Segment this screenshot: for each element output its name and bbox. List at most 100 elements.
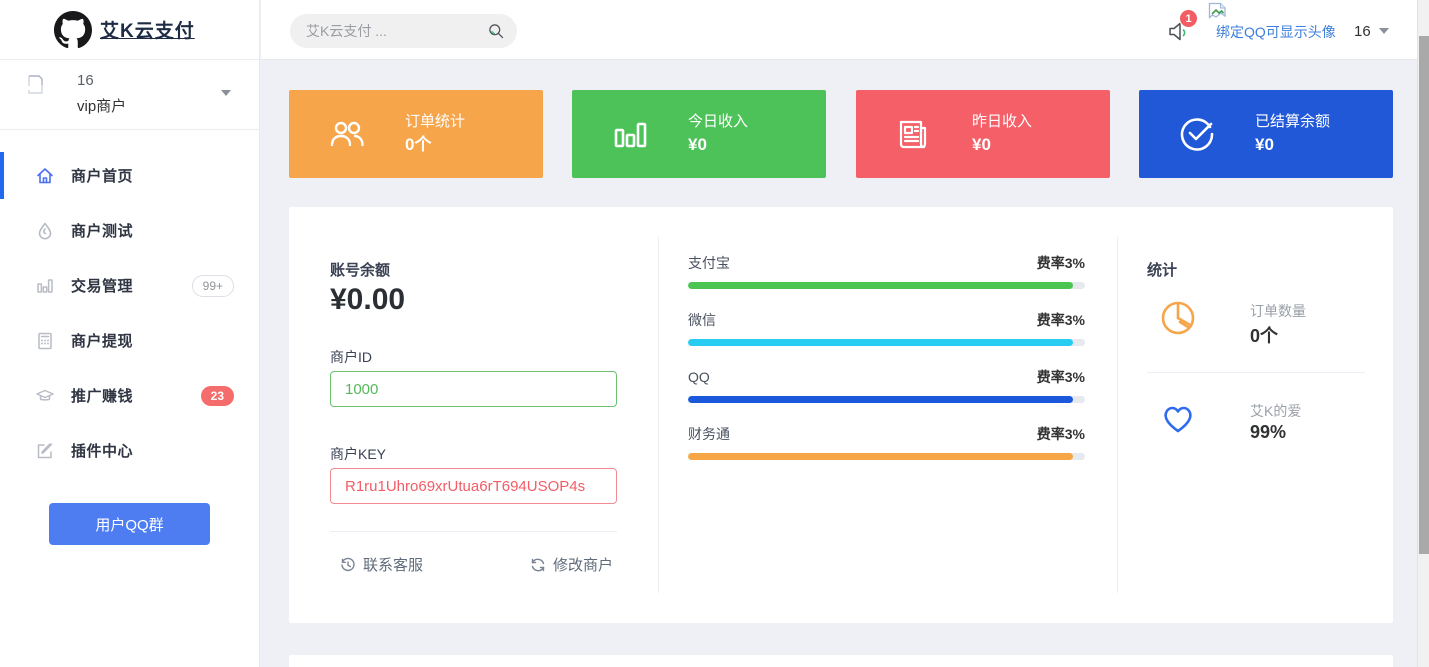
stat-card-title: 订单统计 xyxy=(405,111,465,133)
profile-role: vip商户 xyxy=(77,95,126,116)
search-icon[interactable] xyxy=(487,20,505,42)
rate-value: 费率3% xyxy=(1037,310,1085,330)
check-circle-icon xyxy=(1177,114,1217,154)
chevron-down-icon[interactable] xyxy=(1379,28,1389,34)
sidebar-item-merchant-home[interactable]: 商户首页 xyxy=(0,148,259,203)
stat-item-label: 艾K的爱 xyxy=(1250,401,1301,421)
progress-fill xyxy=(688,396,1073,403)
brand-title[interactable]: 艾K云支付 xyxy=(100,16,195,43)
rate-value: 费率3% xyxy=(1037,253,1085,273)
header-username[interactable]: 16 xyxy=(1354,23,1371,40)
stat-item-value: 99% xyxy=(1250,422,1286,443)
account-balance-value: ¥0.00 xyxy=(330,283,405,317)
sidebar-item-label: 插件中心 xyxy=(71,440,133,461)
stat-card-title: 今日收入 xyxy=(688,111,748,133)
rate-name: 微信 xyxy=(688,310,716,330)
stat-card-order-count[interactable]: 订单统计 0个 xyxy=(289,90,543,178)
progress-track xyxy=(688,396,1085,403)
progress-fill xyxy=(688,282,1073,289)
merchant-id-label: 商户ID xyxy=(330,347,372,367)
chevron-down-icon[interactable] xyxy=(221,90,231,96)
stat-card-value: ¥0 xyxy=(1255,133,1330,157)
search-input[interactable] xyxy=(306,23,487,39)
rate-value: 费率3% xyxy=(1037,367,1085,387)
profile-id: 16 xyxy=(77,72,94,89)
edit-icon xyxy=(35,441,55,461)
graduation-cap-icon xyxy=(35,386,55,406)
vertical-scrollbar[interactable] xyxy=(1417,0,1429,667)
home-icon xyxy=(35,166,55,186)
rate-row-caifutong: 财务通 费率3% xyxy=(688,424,1085,460)
chart-bars-icon xyxy=(610,114,650,154)
users-icon xyxy=(327,114,367,154)
bottom-panel xyxy=(289,655,1393,667)
stat-card-title: 昨日收入 xyxy=(972,111,1032,133)
content-area: 订单统计 0个 今日收入 ¥0 昨日收入 ¥0 已结算余额 ¥0 xyxy=(261,61,1417,667)
broken-image-icon xyxy=(1208,2,1227,23)
stat-card-yesterday-income[interactable]: 昨日收入 ¥0 xyxy=(856,90,1110,178)
trade-count-badge: 99+ xyxy=(192,275,234,297)
logo-row[interactable]: 艾K云支付 xyxy=(0,0,259,60)
sidebar-item-trade-manage[interactable]: 交易管理 99+ xyxy=(0,258,259,313)
sidebar-item-label: 交易管理 xyxy=(71,275,133,296)
stats-panel-title: 统计 xyxy=(1147,259,1177,280)
drop-icon xyxy=(35,221,55,241)
sidebar-item-plugin-center[interactable]: 插件中心 xyxy=(0,423,259,478)
panel-divider xyxy=(1117,237,1118,593)
refresh-icon xyxy=(530,557,546,573)
modify-merchant-link[interactable]: 修改商户 xyxy=(530,554,613,575)
modify-merchant-label: 修改商户 xyxy=(553,554,613,575)
rate-row-alipay: 支付宝 费率3% xyxy=(688,253,1085,289)
stat-card-value: ¥0 xyxy=(688,133,748,157)
rate-value: 费率3% xyxy=(1037,424,1085,444)
stat-card-title: 已结算余额 xyxy=(1255,111,1330,133)
rate-name: 支付宝 xyxy=(688,253,730,273)
sidebar-item-merchant-test[interactable]: 商户测试 xyxy=(0,203,259,258)
calculator-icon xyxy=(35,331,55,351)
search-box[interactable] xyxy=(290,14,517,48)
sidebar-item-label: 推广赚钱 xyxy=(71,385,133,406)
progress-fill xyxy=(688,339,1073,346)
sidebar: 艾K云支付 16 vip商户 商户首页 商户测试 交易管理 9 xyxy=(0,0,260,667)
newspaper-icon xyxy=(894,114,934,154)
rate-name: 财务通 xyxy=(688,424,730,444)
scrollbar-thumb[interactable] xyxy=(1419,36,1429,554)
progress-track xyxy=(688,339,1085,346)
stat-card-today-income[interactable]: 今日收入 ¥0 xyxy=(572,90,826,178)
account-balance-label: 账号余额 xyxy=(330,259,390,280)
avatar-alt-text[interactable]: 绑定QQ可显示头像 xyxy=(1216,22,1336,42)
progress-track xyxy=(688,282,1085,289)
sidebar-item-merchant-withdraw[interactable]: 商户提现 xyxy=(0,313,259,368)
notification-badge: 1 xyxy=(1180,10,1197,27)
contact-support-label: 联系客服 xyxy=(363,554,423,575)
broken-image-icon xyxy=(27,75,44,94)
sidebar-item-promote-earn[interactable]: 推广赚钱 23 xyxy=(0,368,259,423)
user-qq-group-button[interactable]: 用户QQ群 xyxy=(49,503,210,545)
sidebar-item-label: 商户提现 xyxy=(71,330,133,351)
merchant-key-input[interactable] xyxy=(330,468,617,504)
stat-card-value: ¥0 xyxy=(972,133,1032,157)
top-header: 1 绑定QQ可显示头像 16 xyxy=(261,0,1417,60)
sidebar-item-label: 商户首页 xyxy=(71,165,133,186)
contact-support-link[interactable]: 联系客服 xyxy=(340,554,423,575)
bar-chart-icon xyxy=(35,276,55,296)
rate-name: QQ xyxy=(688,369,710,385)
divider xyxy=(1147,372,1365,373)
divider xyxy=(330,531,617,532)
sidebar-menu: 商户首页 商户测试 交易管理 99+ 商户提现 推广赚钱 23 xyxy=(0,130,259,478)
stat-item-label: 订单数量 xyxy=(1250,301,1306,321)
pie-chart-icon xyxy=(1158,298,1198,338)
rate-row-wechat: 微信 费率3% xyxy=(688,310,1085,346)
stat-card-value: 0个 xyxy=(405,133,465,157)
notification-bell[interactable]: 1 xyxy=(1166,18,1196,46)
sidebar-item-label: 商户测试 xyxy=(71,220,133,241)
panel-divider xyxy=(658,237,659,593)
stat-card-settled-balance[interactable]: 已结算余额 ¥0 xyxy=(1139,90,1393,178)
merchant-key-label: 商户KEY xyxy=(330,444,386,464)
merchant-id-input[interactable] xyxy=(330,371,617,407)
rate-row-qq: QQ 费率3% xyxy=(688,367,1085,403)
profile-selector[interactable]: 16 vip商户 xyxy=(0,60,259,130)
heart-icon xyxy=(1158,398,1198,438)
progress-fill xyxy=(688,453,1073,460)
history-clock-icon xyxy=(340,557,356,573)
